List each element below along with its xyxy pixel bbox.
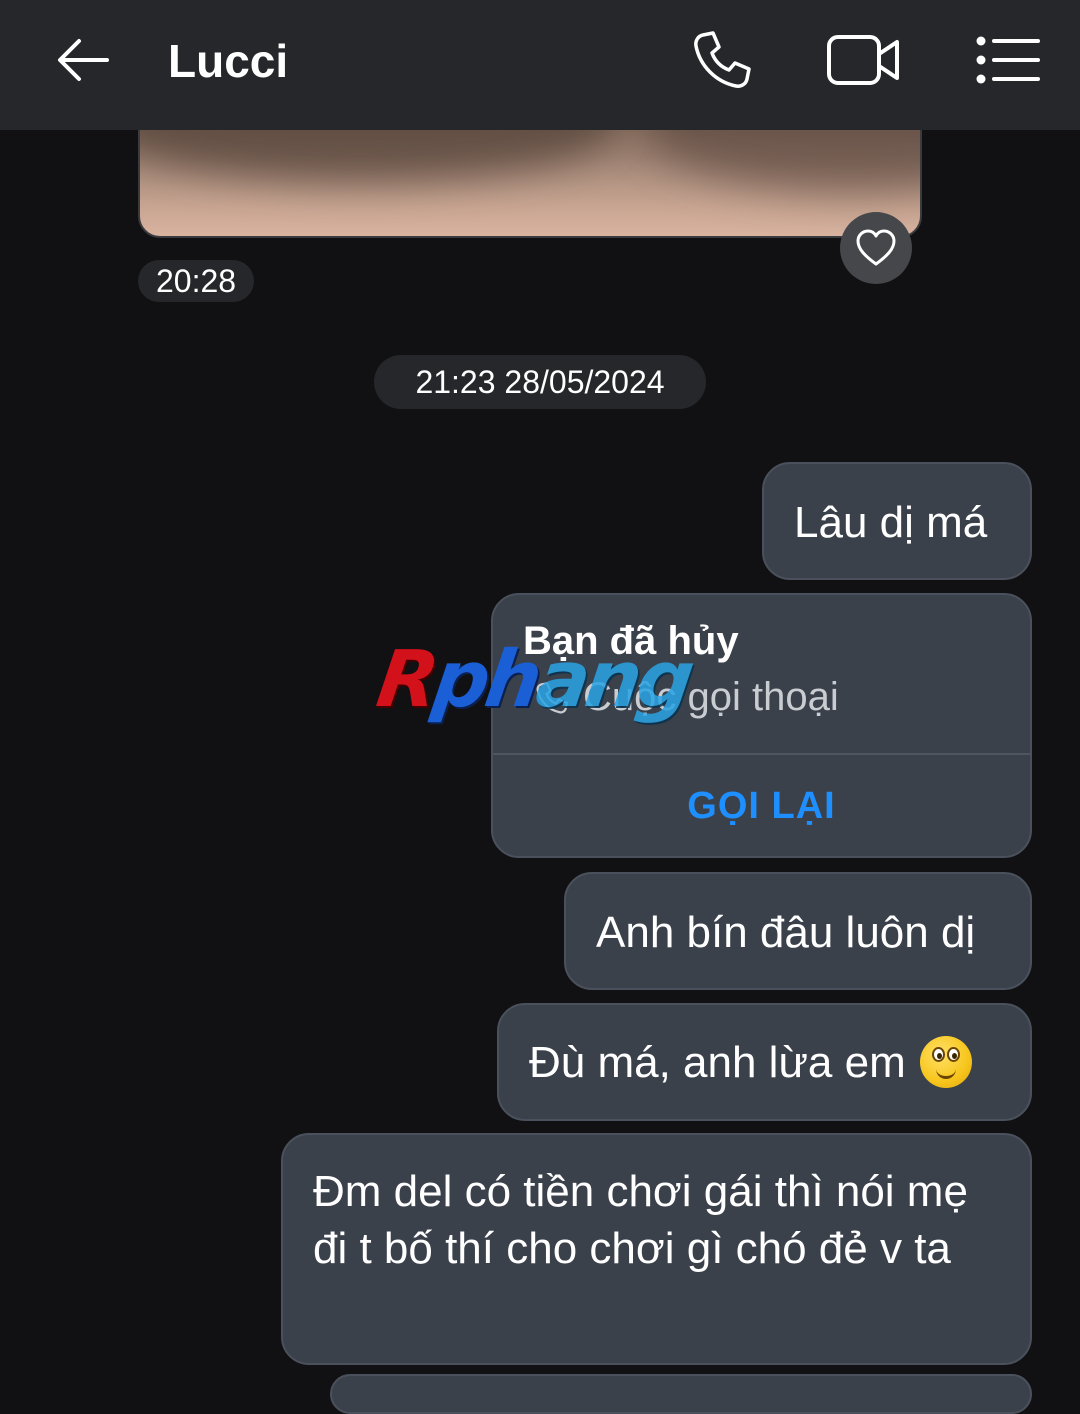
watermark-logo: Rphang [371,635,696,725]
message-time: 20:28 [138,260,255,302]
voice-call-button[interactable] [682,24,762,96]
back-button[interactable] [46,28,120,92]
video-call-button[interactable] [824,24,904,96]
menu-list-icon [976,36,1040,84]
contact-name[interactable]: Lucci [168,34,288,88]
smiling-face-emoji-icon [919,1036,972,1088]
back-arrow-icon [58,39,109,81]
message-bubble[interactable]: Anh bín đâu luôn dị [564,872,1032,990]
message-bubble[interactable]: Lâu dị má [762,462,1032,580]
message-bubble-partial[interactable] [330,1374,1032,1414]
message-bubble[interactable]: Đù má, anh lừa em [497,1003,1032,1121]
video-camera-icon [827,35,899,85]
date-separator: 21:23 28/05/2024 [374,355,706,409]
message-text: Đù má, anh lừa em [529,1037,906,1087]
chat-header: Lucci [0,0,1080,130]
call-log-card[interactable]: Bạn đã hủy Cuộc gọi thoại GỌI LẠI [491,593,1032,858]
call-back-button[interactable]: GỌI LẠI [493,755,1030,858]
menu-button[interactable] [968,24,1048,96]
phone-icon [694,31,751,88]
message-bubble[interactable]: Đm del có tiền chơi gái thì nói mẹ đi t … [281,1133,1032,1365]
react-button[interactable] [840,212,912,284]
heart-icon [856,229,896,266]
